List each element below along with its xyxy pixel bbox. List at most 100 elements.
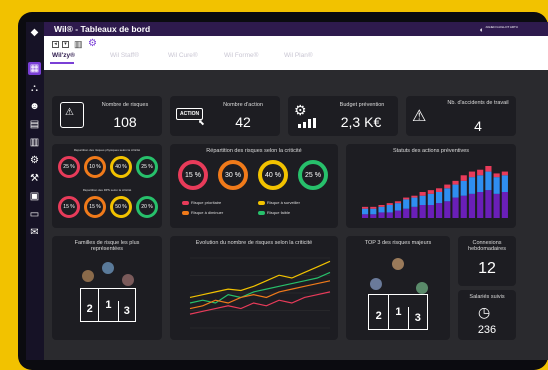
top3-title: TOP 3 des risques majeurs [364,240,432,246]
statuts-card: Statuts des actions préventives [346,144,516,228]
bar-1-10 [444,188,451,202]
kpi-actions-card: ACTION ⬉ Nombre d'action 42 [170,96,280,136]
bar-0-5 [403,208,410,218]
bar-2-15 [485,166,492,172]
bar-2-17 [501,171,508,176]
familles-card: Familles de risque les plus représentées… [52,236,162,340]
bar-0-0 [362,214,369,218]
famille-photo-2 [102,262,114,274]
kpi-risques-label: Nombre de risques [101,102,149,108]
legend-surveiller: Risque à surveiller [258,200,300,205]
kpi-accidents-label: Nb. d'accidents de travail [447,100,509,106]
bar-0-16 [493,193,500,218]
top3-photo-1 [370,278,382,290]
bar-1-5 [403,199,410,209]
top3-photo-2 [392,258,404,270]
barcode-icon[interactable]: ▥ [74,39,83,50]
bar-0-15 [485,190,492,218]
bar-1-14 [477,175,484,192]
calendar-icon[interactable]: ▤ [28,118,41,131]
phys-donut-3: 40 % [110,156,132,178]
dashboard-icon[interactable]: ▦ [28,62,41,75]
worker-icon[interactable]: ⚒ [28,172,41,185]
bar-2-11 [452,180,459,185]
bar-2-5 [403,197,410,200]
legend-prioritaire: Risque prioritaire [182,200,221,205]
bar-1-7 [419,195,426,205]
bar-2-4 [394,201,402,204]
active-tab-indicator [50,62,74,64]
files-icon[interactable]: ▣ [28,190,41,203]
tab-wil-cure[interactable]: Wil Cure® [168,52,198,59]
menu-button[interactable]: ▾ [62,41,69,48]
statuts-bar-chart [362,166,508,218]
podium-2: 2 [86,303,93,315]
bar-2-16 [493,173,500,178]
top3-card: TOP 3 des risques majeurs 2 1 3 [346,236,450,340]
budget-chart-gear-icon: ⚙ [294,102,307,118]
bar-0-9 [436,203,443,218]
app-title: Wil® - Tableaux de bord [54,24,151,34]
phys-donut-2: 10 % [84,156,106,178]
bar-0-6 [411,206,418,218]
chat-icon[interactable]: ✉ [28,226,41,239]
app-screen: ◆ ▦ ⛬ ☻ ▤ ▥ ⚙ ⚒ ▣ ▭ ✉ Wil® - Tableaux de… [26,22,548,360]
kpi-actions-value: 42 [235,114,251,130]
org-chart-icon[interactable]: ⛬ [28,82,41,95]
criticite-title: Répartition des risques selon la critici… [206,148,302,154]
top3-podium-2: 2 [375,310,382,322]
bar-1-4 [394,203,402,211]
bar-1-1 [370,208,377,215]
evolution-card: Evolution du nombre de risques selon la … [170,236,338,340]
tab-wilzy[interactable]: Wil'zy® [52,52,75,59]
bar-0-10 [444,201,451,218]
gear-icon[interactable]: ⚙ [88,38,97,49]
crit-donut-prioritaire: 15 % [178,160,208,190]
bar-0-8 [427,205,434,218]
budget-bars-icon [298,118,316,128]
tab-wil-forme[interactable]: Wil Forme® [224,52,258,59]
tab-wil-staff[interactable]: Wil Staff® [110,52,139,59]
kpi-budget-label: Budget prévention [339,102,385,108]
crit-donut-faible: 25 % [298,160,328,190]
settings-icon[interactable]: ⚙ [28,154,41,167]
top3-podium: 2 1 3 [368,294,428,330]
bar-0-7 [419,205,426,218]
tab-wil-plan[interactable]: Wil Plan® [284,52,313,59]
back-button[interactable]: ◂ [52,41,59,48]
famille-photo-1 [82,270,94,282]
bar-1-13 [468,177,476,194]
podium-1: 1 [98,289,117,321]
monitor-icon[interactable]: ▭ [28,208,41,221]
bar-0-11 [452,197,459,218]
legend-diminuer: Risque à diminuer [182,210,223,215]
bar-1-6 [411,197,418,207]
bar-0-12 [460,195,467,218]
bar-1-0 [362,208,369,215]
bar-2-14 [477,169,484,176]
kpi-actions-label: Nombre d'action [223,102,263,108]
fall-accident-icon: ⚠ [412,108,427,125]
rps-title: Répartition des RPS selon la criticité [82,188,132,192]
top3-podium-1: 1 [388,295,407,329]
warning-document-icon: ⚠ [60,102,84,128]
kpi-budget-card: ⚙ Budget prévention 2,3 K€ [288,96,398,136]
logo-icon: ◆ [30,27,39,38]
connexions-card: Connexions hebdomadaires 12 [458,236,516,286]
toolbar: ◂ ▾ ▥ ⚙ Wil'zy® Wil Staff® Wil Cure® Wil… [44,36,548,70]
bar-1-15 [485,171,492,191]
familles-title: Familles de risque les plus représentées [74,240,140,252]
cursor-icon: ⬉ [198,118,205,127]
team-icon[interactable]: ☻ [28,100,41,113]
bar-1-16 [493,177,500,194]
top3-podium-3: 3 [407,307,427,329]
kpi-accidents-value: 4 [474,118,482,134]
bar-2-3 [386,203,393,205]
bar-0-4 [394,210,402,218]
bar-2-12 [460,175,467,181]
document-icon[interactable]: ▥ [28,136,41,149]
bar-0-3 [386,212,393,218]
user-name[interactable]: JULIEN GUILLOT ARTU [485,25,518,29]
bar-2-0 [362,206,369,209]
kpi-budget-value: 2,3 K€ [340,114,382,130]
